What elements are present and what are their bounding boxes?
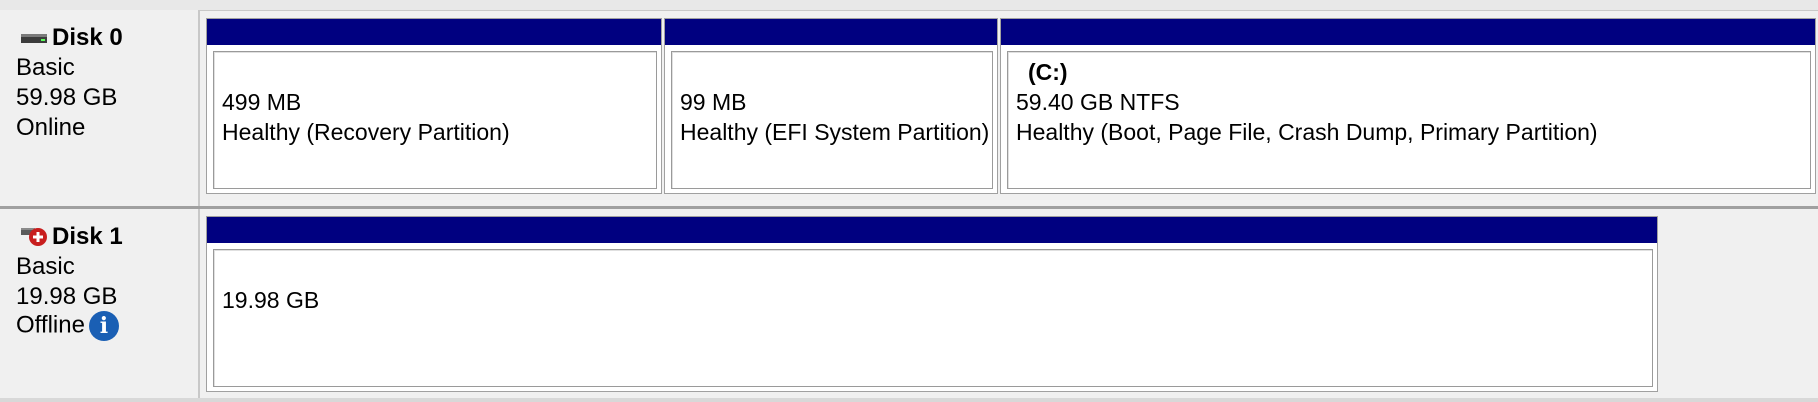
partition-health: Healthy (EFI System Partition) bbox=[680, 119, 990, 145]
disk-0-partition-efi[interactable]: 99 MB Healthy (EFI System Partition) bbox=[664, 18, 998, 194]
partition-size: 59.40 GB NTFS bbox=[1016, 89, 1180, 115]
top-strip bbox=[0, 0, 1818, 11]
info-icon[interactable]: i bbox=[88, 311, 119, 341]
disk-icon bbox=[21, 34, 47, 43]
partition-size: 99 MB bbox=[680, 89, 747, 115]
disk-1-status: Offline bbox=[16, 311, 85, 339]
partition-header-bar bbox=[1001, 19, 1815, 45]
partition-header-bar bbox=[207, 19, 661, 45]
disk-0-type: Basic bbox=[16, 54, 75, 81]
disk-0-size: 59.98 GB bbox=[16, 84, 118, 111]
disk-1-partition-unallocated[interactable]: 19.98 GB bbox=[206, 216, 1658, 392]
disk-0-name: Disk 0 bbox=[52, 24, 123, 51]
partition-body: 499 MB Healthy (Recovery Partition) bbox=[213, 51, 657, 189]
disk-1-size: 19.98 GB bbox=[16, 283, 118, 310]
disk-1-status-row: Offline i bbox=[16, 311, 119, 341]
disk-1-type: Basic bbox=[16, 253, 75, 280]
disk-1-label-panel[interactable]: Disk 1 Basic 19.98 GB Offline i bbox=[0, 209, 200, 402]
partition-size: 19.98 GB bbox=[222, 287, 320, 313]
partition-body: (C:) 59.40 GB NTFS Healthy (Boot, Page F… bbox=[1007, 51, 1811, 189]
partition-size: 499 MB bbox=[222, 89, 302, 115]
volume-label: (C:) bbox=[1028, 59, 1068, 85]
disk-offline-icon bbox=[21, 228, 47, 246]
disk-0-partition-c[interactable]: (C:) 59.40 GB NTFS Healthy (Boot, Page F… bbox=[1000, 18, 1816, 194]
bottom-edge bbox=[0, 398, 1818, 402]
disk-row-divider bbox=[0, 206, 1818, 209]
partition-header-bar bbox=[207, 217, 1657, 243]
disk-1-name: Disk 1 bbox=[52, 223, 123, 250]
partition-health: Healthy (Recovery Partition) bbox=[222, 119, 510, 145]
disk-0-label-panel[interactable]: Disk 0 Basic 59.98 GB Online bbox=[0, 10, 200, 206]
disk-0-partition-recovery[interactable]: 499 MB Healthy (Recovery Partition) bbox=[206, 18, 662, 194]
partition-header-bar bbox=[665, 19, 997, 45]
partition-body: 19.98 GB bbox=[213, 249, 1653, 387]
disk-1-empty-area bbox=[1662, 209, 1818, 402]
partition-health: Healthy (Boot, Page File, Crash Dump, Pr… bbox=[1016, 119, 1598, 145]
partition-body: 99 MB Healthy (EFI System Partition) bbox=[671, 51, 993, 189]
disk-0-status: Online bbox=[16, 114, 86, 141]
